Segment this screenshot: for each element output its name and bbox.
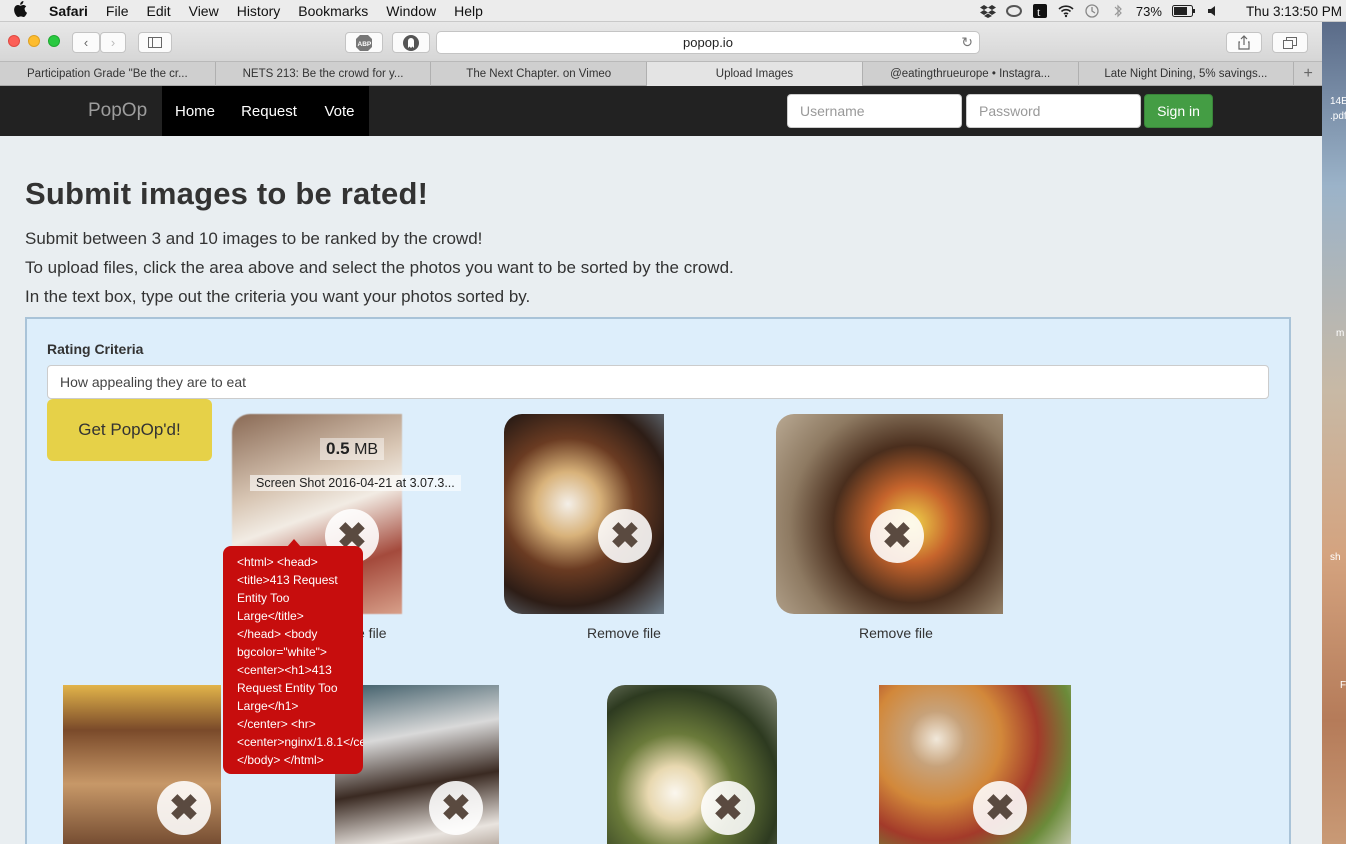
browser-tab[interactable]: NETS 213: Be the crowd for y... — [216, 62, 432, 86]
menu-help[interactable]: Help — [445, 0, 492, 22]
brand-logo[interactable]: PopOp — [88, 100, 147, 122]
site-navbar: PopOp Home Request Vote Username Passwor… — [0, 86, 1322, 136]
menu-edit[interactable]: Edit — [137, 0, 179, 22]
ghostery-extension-button[interactable] — [392, 32, 430, 53]
sidebar-icon — [148, 37, 162, 48]
time-machine-icon[interactable] — [1084, 4, 1100, 18]
remove-file-link[interactable]: Remove file — [859, 625, 933, 641]
share-icon — [1238, 35, 1250, 50]
adblock-plus-icon: ABP — [356, 34, 372, 51]
menubar-tray: t 73% Thu 3:13:50 PM — [979, 0, 1346, 22]
upload-dropzone[interactable]: Rating Criteria How appealing they are t… — [25, 317, 1291, 844]
file-name: Screen Shot 2016-04-21 at 3.07.3... — [250, 475, 461, 491]
remove-x-icon[interactable]: ✖ — [973, 781, 1027, 835]
instruction-line: Submit between 3 and 10 images to be ran… — [25, 229, 483, 248]
menu-safari[interactable]: Safari — [40, 0, 97, 22]
upload-error-tooltip: <html> <head> <title>413 Request Entity … — [223, 546, 363, 774]
desktop-background — [1322, 22, 1346, 844]
menubar-clock[interactable]: Thu 3:13:50 PM — [1232, 4, 1342, 19]
address-url: popop.io — [683, 35, 733, 50]
desktop-file-label: .pdf — [1330, 111, 1346, 122]
menu-bookmarks[interactable]: Bookmarks — [289, 0, 377, 22]
tab-overview-button[interactable] — [1272, 32, 1308, 53]
adblock-extension-button[interactable]: ABP — [345, 32, 383, 53]
desktop-file-label: 14E- — [1330, 96, 1346, 107]
plus-icon: + — [1303, 64, 1313, 82]
remove-x-icon[interactable]: ✖ — [157, 781, 211, 835]
volume-icon[interactable] — [1206, 4, 1222, 18]
desktop-file-label: sh — [1330, 552, 1341, 563]
svg-text:ABP: ABP — [358, 41, 372, 48]
creative-cloud-icon[interactable] — [1005, 4, 1022, 18]
remove-file-link[interactable]: Remove file — [587, 625, 661, 641]
file-size-value: 0.5 — [326, 439, 350, 458]
sign-in-button[interactable]: Sign in — [1144, 94, 1213, 128]
menu-history[interactable]: History — [228, 0, 290, 22]
chevron-right-icon: › — [110, 35, 116, 50]
instruction-line: In the text box, type out the criteria y… — [25, 287, 531, 306]
bluetooth-icon[interactable] — [1110, 4, 1126, 18]
forward-button[interactable]: › — [100, 32, 126, 53]
battery-icon[interactable] — [1171, 5, 1196, 17]
tabs-icon — [1283, 36, 1297, 49]
menu-window[interactable]: Window — [377, 0, 445, 22]
back-button[interactable]: ‹ — [72, 32, 100, 53]
nav-request[interactable]: Request — [228, 86, 310, 136]
file-size-unit: MB — [349, 441, 379, 458]
tumblr-icon[interactable]: t — [1032, 4, 1048, 18]
page-content: Submit images to be rated! Submit betwee… — [0, 136, 1322, 844]
menu-view[interactable]: View — [180, 0, 228, 22]
instruction-line: To upload files, click the area above an… — [25, 258, 734, 277]
criteria-label: Rating Criteria — [47, 341, 144, 357]
safari-toolbar: ‹ › ABP popop.io ↻ — [0, 22, 1322, 62]
remove-x-icon[interactable]: ✖ — [598, 509, 652, 563]
minimize-window-button[interactable] — [28, 35, 40, 47]
username-input[interactable]: Username — [787, 94, 962, 128]
browser-tab[interactable]: @eatingthrueurope • Instagra... — [863, 62, 1079, 86]
zoom-window-button[interactable] — [48, 35, 60, 47]
browser-tab[interactable]: Participation Grade "Be the cr... — [0, 62, 216, 86]
chevron-left-icon: ‹ — [83, 35, 89, 50]
browser-tab[interactable]: The Next Chapter. on Vimeo — [431, 62, 648, 86]
macos-menubar: Safari File Edit View History Bookmarks … — [0, 0, 1346, 22]
share-button[interactable] — [1226, 32, 1262, 53]
ghostery-icon — [403, 34, 419, 51]
browser-tab-active[interactable]: Upload Images — [647, 62, 863, 86]
nav-home[interactable]: Home — [162, 86, 228, 136]
browser-tab-bar: Participation Grade "Be the cr... NETS 2… — [0, 62, 1322, 86]
password-input[interactable]: Password — [966, 94, 1141, 128]
remove-x-icon[interactable]: ✖ — [429, 781, 483, 835]
sidebar-toggle-button[interactable] — [138, 32, 172, 53]
menu-file[interactable]: File — [97, 0, 138, 22]
battery-percent: 73% — [1135, 3, 1162, 19]
desktop-file-label: F — [1340, 680, 1346, 691]
reload-icon[interactable]: ↻ — [961, 34, 973, 51]
close-window-button[interactable] — [8, 35, 20, 47]
remove-x-icon[interactable]: ✖ — [701, 781, 755, 835]
nav-vote[interactable]: Vote — [310, 86, 369, 136]
criteria-input[interactable]: How appealing they are to eat — [47, 365, 1269, 399]
file-size: 0.5 MB — [320, 438, 385, 460]
address-bar[interactable]: popop.io ↻ — [436, 31, 980, 54]
page-title: Submit images to be rated! — [25, 176, 429, 211]
apple-menu-icon[interactable] — [0, 0, 40, 21]
remove-x-icon[interactable]: ✖ — [870, 509, 924, 563]
new-tab-button[interactable]: + — [1294, 62, 1322, 85]
desktop-file-label: m — [1336, 328, 1345, 339]
wifi-icon[interactable] — [1058, 4, 1074, 18]
dropbox-icon[interactable] — [979, 4, 996, 18]
browser-tab[interactable]: Late Night Dining, 5% savings... — [1079, 62, 1295, 86]
get-popopd-button[interactable]: Get PopOp'd! — [47, 399, 212, 461]
